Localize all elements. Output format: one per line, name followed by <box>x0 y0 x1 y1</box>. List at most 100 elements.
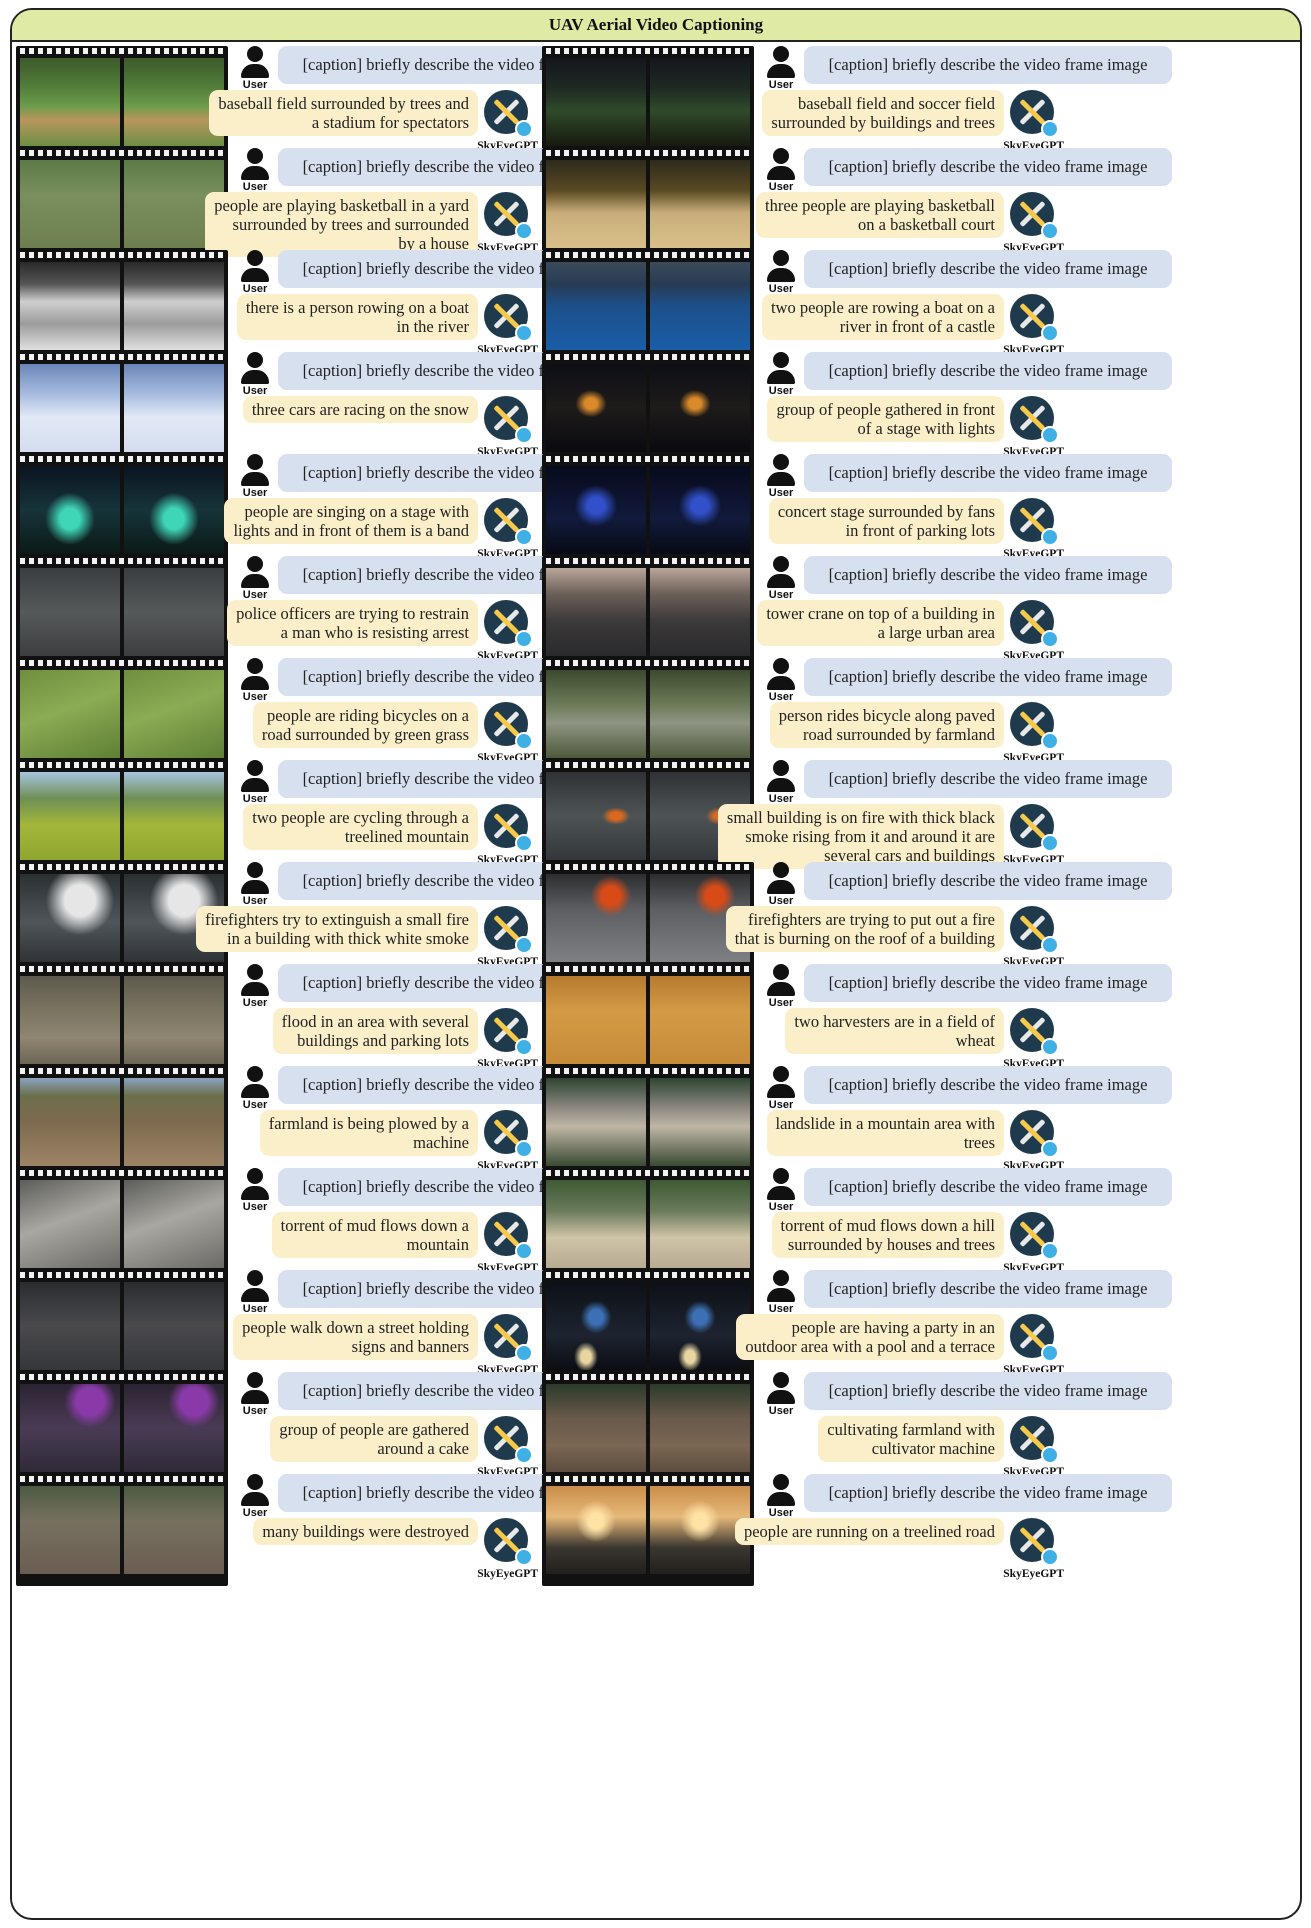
caption-line: around a cake <box>377 1439 469 1458</box>
logo-person-badge <box>1041 1446 1059 1464</box>
user-icon-body <box>767 880 795 894</box>
user-avatar: User <box>764 454 798 500</box>
user-avatar: User <box>764 1372 798 1418</box>
video-frame-1 <box>546 1282 646 1370</box>
user-icon-body <box>767 1390 795 1404</box>
user-icon <box>773 46 789 62</box>
video-frame-scene <box>124 976 224 1064</box>
logo-person-badge <box>515 936 533 954</box>
user-icon <box>773 250 789 266</box>
video-frame-2 <box>124 262 224 350</box>
assistant-caption-bubble: group of people are gathered around a cak… <box>270 1416 478 1462</box>
caption-line: baseball field and soccer field <box>798 94 995 113</box>
caption-item: User [caption] briefly describe the video… <box>542 346 1172 464</box>
user-icon <box>247 250 263 266</box>
video-frame-1 <box>20 1078 120 1166</box>
video-frame-scene <box>20 670 120 758</box>
user-icon-body <box>241 1492 269 1506</box>
video-frame-2 <box>124 1078 224 1166</box>
logo-person-badge <box>515 528 533 546</box>
caption-line: farmland is being plowed by a <box>268 1114 469 1133</box>
user-icon-body <box>767 370 795 384</box>
user-icon-body <box>241 676 269 690</box>
video-frame-scene <box>124 1384 224 1472</box>
video-frame-1 <box>546 1078 646 1166</box>
user-avatar: User <box>238 1066 272 1112</box>
caption-item: User [caption] briefly describe the video… <box>16 1162 646 1280</box>
user-icon <box>773 352 789 368</box>
caption-line: in front of parking lots <box>845 521 995 540</box>
video-frame-scene <box>124 1282 224 1370</box>
logo-person-badge <box>1041 1242 1059 1260</box>
user-prompt-bubble: [caption] briefly describe the video fra… <box>804 1372 1172 1410</box>
video-frame-2 <box>650 976 750 1064</box>
video-frame-1 <box>546 58 646 146</box>
user-avatar: User <box>238 46 272 92</box>
video-frame-1 <box>20 1384 120 1472</box>
user-icon <box>773 964 789 980</box>
logo-person-badge <box>1041 1344 1059 1362</box>
video-frame-scene <box>124 772 224 860</box>
filmstrip-perforation <box>546 1068 750 1074</box>
logo-person-badge <box>1041 324 1059 342</box>
filmstrip-perforation <box>20 558 224 564</box>
video-frame-scene <box>546 262 646 350</box>
video-frame-2 <box>124 1180 224 1268</box>
video-frame-scene <box>546 568 646 656</box>
video-frame-scene <box>650 1180 750 1268</box>
caption-line: three people are playing basketball <box>765 196 995 215</box>
user-avatar: User <box>764 964 798 1010</box>
caption-line: machine <box>413 1133 469 1152</box>
caption-item: User [caption] briefly describe the video… <box>542 1264 1172 1382</box>
logo-person-badge <box>1041 732 1059 750</box>
logo-person-badge <box>1041 222 1059 240</box>
assistant-caption-bubble: tower crane on top of a building in a lar… <box>757 600 1004 646</box>
video-frame-1 <box>546 1486 646 1574</box>
video-frame-scene <box>650 160 750 248</box>
user-icon <box>247 862 263 878</box>
caption-line: outdoor area with a pool and a terrace <box>745 1337 995 1356</box>
video-frame-2 <box>650 160 750 248</box>
video-frame-1 <box>20 1486 120 1574</box>
caption-line: smoke rising from it and around it are <box>745 827 995 846</box>
logo-person-badge <box>515 1446 533 1464</box>
skyeyegpt-logo-icon <box>1010 192 1059 240</box>
user-icon <box>773 760 789 776</box>
user-icon <box>773 1474 789 1490</box>
caption-line: people are playing basketball in a yard <box>214 196 469 215</box>
video-frame-2 <box>124 772 224 860</box>
logo-person-badge <box>1041 528 1059 546</box>
video-frame-scene <box>546 1180 646 1268</box>
caption-line: people are having a party in an <box>791 1318 995 1337</box>
caption-item: User [caption] briefly describe the video… <box>542 1060 1172 1178</box>
video-frame-2 <box>124 1384 224 1472</box>
video-frame-1 <box>546 364 646 452</box>
caption-line: baseball field surrounded by trees and <box>218 94 469 113</box>
caption-line: surrounded by buildings and trees <box>771 113 995 132</box>
video-frame-scene <box>20 1384 120 1472</box>
logo-person-badge <box>515 1344 533 1362</box>
caption-item: User [caption] briefly describe the video… <box>16 448 646 566</box>
caption-item: User [caption] briefly describe the video… <box>16 754 646 872</box>
caption-line: many buildings were destroyed <box>262 1522 469 1541</box>
skyeyegpt-logo-icon <box>1010 1110 1059 1158</box>
assistant-caption-bubble: there is a person rowing on a boat in the… <box>236 294 478 340</box>
caption-item: User [caption] briefly describe the video… <box>16 550 646 668</box>
assistant-caption-bubble: three cars are racing on the snow <box>242 396 478 423</box>
caption-item: User [caption] briefly describe the video… <box>542 1366 1172 1484</box>
video-frame-1 <box>20 568 120 656</box>
video-frame-1 <box>20 1180 120 1268</box>
user-icon <box>247 964 263 980</box>
user-icon-body <box>767 1492 795 1506</box>
skyeyegpt-logo-icon <box>484 192 533 240</box>
video-frame-1 <box>546 262 646 350</box>
skyeyegpt-logo-icon <box>484 1314 533 1362</box>
skyeyegpt-logo-icon <box>484 702 533 750</box>
caption-line: that is burning on the roof of a buildin… <box>734 929 995 948</box>
user-icon-body <box>241 1390 269 1404</box>
video-frame-1 <box>546 670 646 758</box>
caption-line: people walk down a street holding <box>242 1318 469 1337</box>
video-frame-scene <box>650 58 750 146</box>
video-frame-scene <box>546 58 646 146</box>
user-icon-body <box>767 472 795 486</box>
